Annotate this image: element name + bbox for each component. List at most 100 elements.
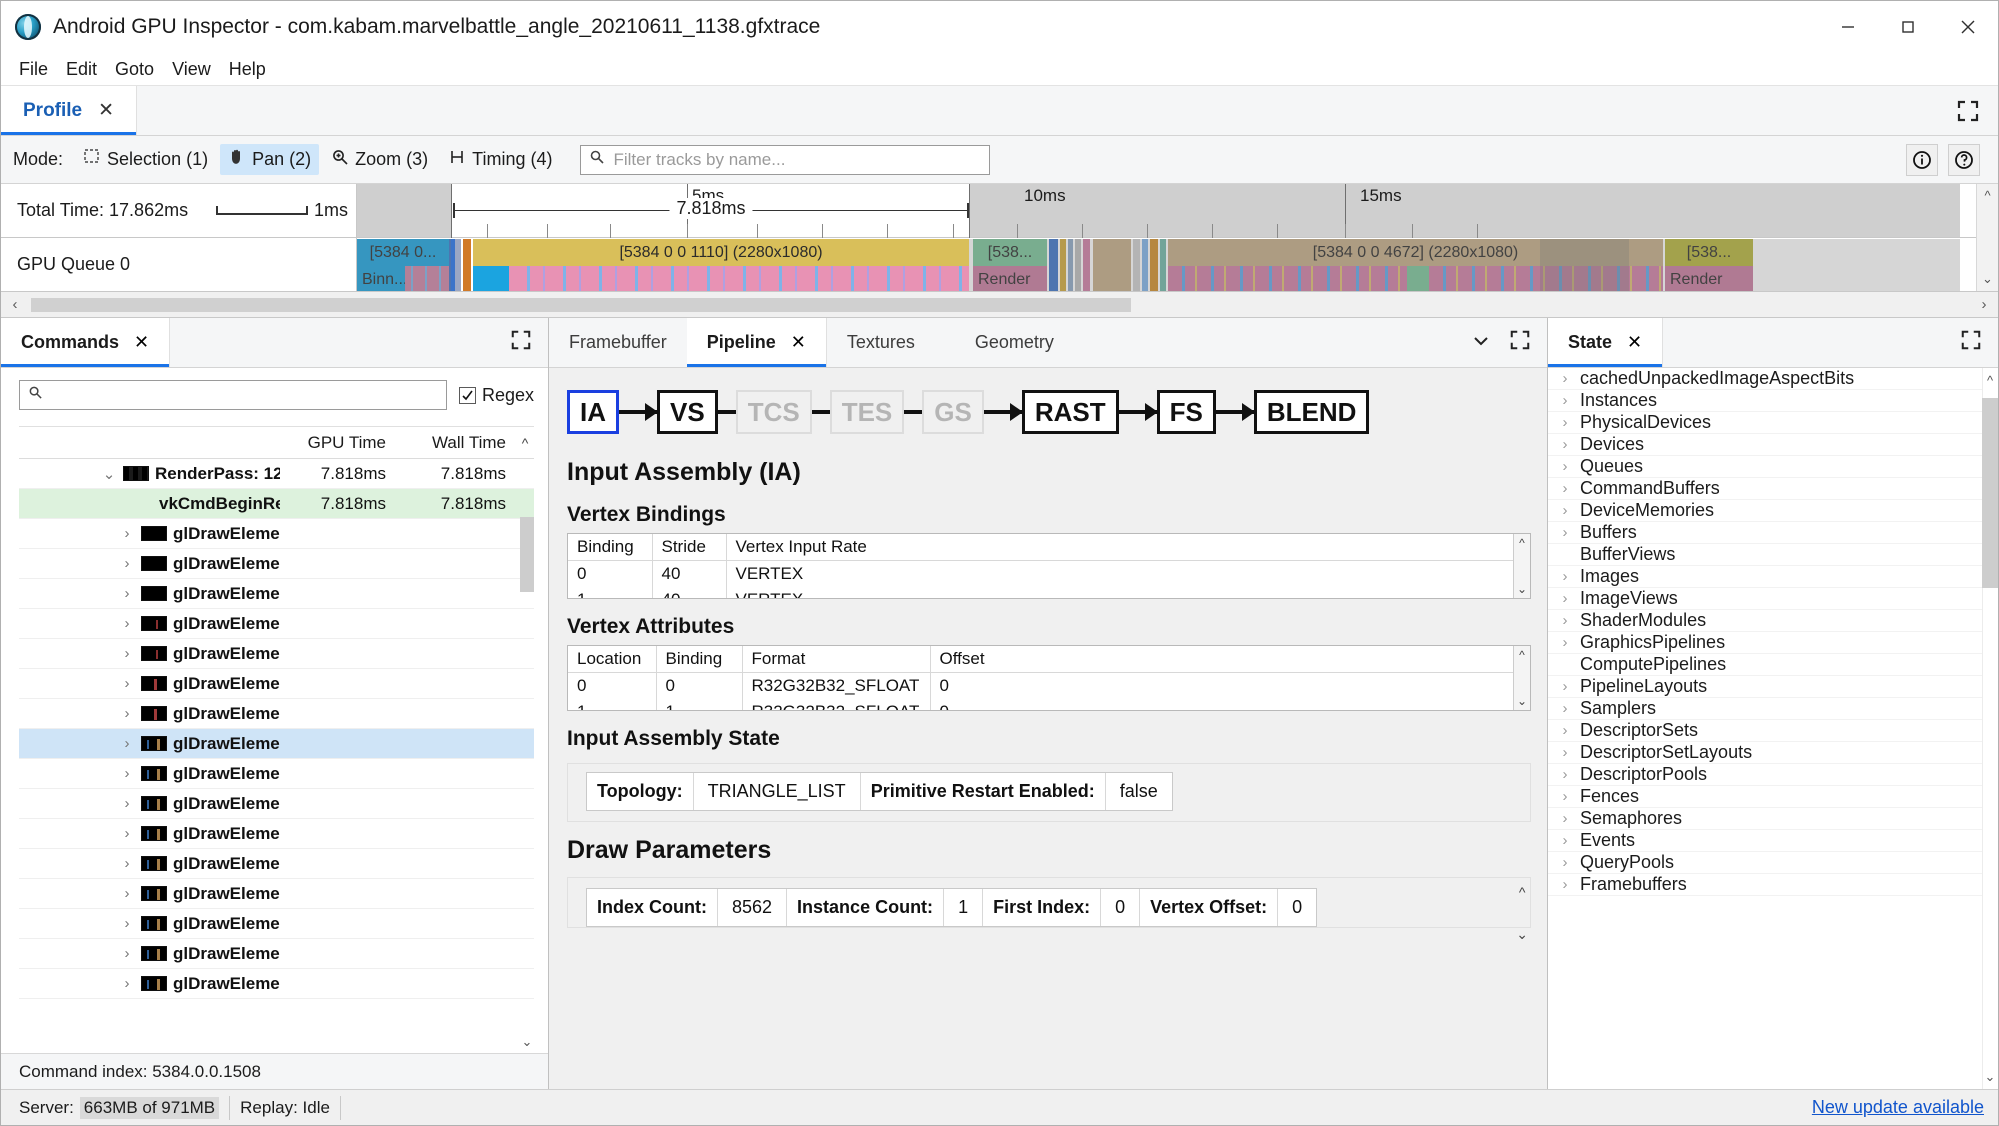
twisty-collapsed-icon[interactable]: › [1558,810,1572,827]
vertex-bindings-scrollbar[interactable]: ^ ⌄ [1513,534,1530,598]
mode-zoom-button[interactable]: Zoom (3) [323,144,436,175]
tab-framebuffer[interactable]: Framebuffer [549,318,687,367]
timeline-vertical-scrollbar[interactable]: ^ ⌄ [1976,184,1998,291]
scrollbar-thumb[interactable] [31,298,1131,312]
twisty-collapsed-icon[interactable]: › [1558,876,1572,893]
twisty-collapsed-icon[interactable]: › [119,975,135,992]
state-tree-item[interactable]: › Images [1548,566,1998,588]
twisty-collapsed-icon[interactable]: › [1558,788,1572,805]
state-tree-item[interactable]: › QueryPools [1548,852,1998,874]
chevron-down-icon[interactable]: ⌄ [1517,582,1527,596]
chevron-up-icon[interactable]: ^ [1977,188,1998,203]
twisty-collapsed-icon[interactable]: › [119,735,135,752]
stage-tcs[interactable]: TCS [735,390,812,434]
stage-rast[interactable]: RAST [1021,390,1119,434]
chevron-up-icon[interactable]: ^ [1519,884,1526,900]
state-tree-item[interactable]: › PhysicalDevices [1548,412,1998,434]
scrollbar-thumb[interactable] [1982,398,1998,588]
table-row[interactable]: › glDrawElements(co [19,579,534,609]
expand-icon[interactable] [1509,329,1531,356]
twisty-expanded-icon[interactable]: ⌄ [101,465,117,483]
state-tree-item[interactable]: › Devices [1548,434,1998,456]
twisty-collapsed-icon[interactable]: › [1558,458,1572,475]
expand-icon[interactable] [510,329,532,356]
twisty-collapsed-icon[interactable]: › [1558,634,1572,651]
state-tree-item[interactable]: › Semaphores [1548,808,1998,830]
twisty-collapsed-icon[interactable]: › [1558,370,1572,387]
twisty-collapsed-icon[interactable]: › [1558,722,1572,739]
state-vertical-scrollbar[interactable]: ^ ⌄ [1982,368,1998,1089]
chevron-up-icon[interactable]: ^ [1519,648,1525,662]
table-row[interactable]: › glDrawElements(co [19,969,534,999]
table-row[interactable]: › glDrawElements(co [19,609,534,639]
twisty-collapsed-icon[interactable]: › [119,915,135,932]
tab-profile[interactable]: Profile ✕ [1,86,138,135]
table-row[interactable]: 1 1 R32G32B32_SFLOAT 0 [568,699,1530,710]
state-tree-item[interactable]: › ShaderModules [1548,610,1998,632]
twisty-collapsed-icon[interactable]: › [119,885,135,902]
state-tree-item[interactable]: › DeviceMemories [1548,500,1998,522]
filter-tracks-field[interactable] [580,144,991,175]
close-icon[interactable]: ✕ [791,332,806,353]
commands-table-body[interactable]: ⌄ RenderPass: 12970367 7.818ms 7.818ms v… [19,459,534,1053]
state-tree-item[interactable]: › Framebuffers [1548,874,1998,896]
chevron-up-icon[interactable]: ^ [1519,536,1525,550]
stage-fs[interactable]: FS [1156,390,1216,434]
column-header-gpu-time[interactable]: GPU Time [280,433,398,453]
tab-state[interactable]: State ✕ [1548,318,1664,367]
timeline-queue-row[interactable]: GPU Queue 0 [1,238,356,291]
twisty-collapsed-icon[interactable]: › [1558,832,1572,849]
table-row[interactable]: 0 40 VERTEX [568,560,1530,587]
close-button[interactable] [1938,1,1998,53]
stage-vs[interactable]: VS [657,390,718,434]
state-tree-item[interactable]: › Events [1548,830,1998,852]
chevron-down-icon[interactable]: ⌄ [1982,1067,1998,1087]
twisty-collapsed-icon[interactable]: › [119,945,135,962]
expand-icon[interactable] [1938,86,1998,135]
commands-search-input[interactable] [49,381,446,409]
table-row[interactable]: › glDrawElements(co [19,939,534,969]
twisty-collapsed-icon[interactable]: › [119,645,135,662]
twisty-collapsed-icon[interactable]: › [119,615,135,632]
filter-tracks-input[interactable] [611,145,990,174]
scroll-left-icon[interactable]: ‹ [1,296,29,313]
stage-blend[interactable]: BLEND [1253,390,1370,434]
menu-edit[interactable]: Edit [57,56,106,83]
tab-textures[interactable]: Textures [826,318,935,367]
state-tree-item[interactable]: › DescriptorPools [1548,764,1998,786]
table-row[interactable]: › glDrawElements(co [19,669,534,699]
table-row[interactable]: › glDrawElements(co [19,909,534,939]
twisty-collapsed-icon[interactable]: › [119,705,135,722]
sort-ascending-icon[interactable]: ^ [516,435,534,451]
state-tree-item[interactable]: › ImageViews [1548,588,1998,610]
vertex-bindings-table[interactable]: Binding Stride Vertex Input Rate 0 40 VE… [567,533,1531,599]
state-tree-item[interactable]: › cachedUnpackedImageAspectBits [1548,368,1998,390]
minimize-button[interactable] [1818,1,1878,53]
twisty-collapsed-icon[interactable]: › [119,585,135,602]
draw-parameters-scrollbar[interactable]: ^ ⌄ [1516,884,1528,943]
close-icon[interactable]: ✕ [1627,332,1642,353]
table-row[interactable]: › glDrawElements(co [19,699,534,729]
menu-file[interactable]: File [10,56,57,83]
state-tree-item[interactable]: › Fences [1548,786,1998,808]
state-tree-item[interactable]: › Samplers [1548,698,1998,720]
table-row[interactable]: › glDrawElements(co [19,759,534,789]
tab-geometry[interactable]: Geometry [934,318,1074,367]
twisty-collapsed-icon[interactable]: › [119,765,135,782]
state-tree-item[interactable]: › DescriptorSets [1548,720,1998,742]
state-tree-item[interactable]: › DescriptorSetLayouts [1548,742,1998,764]
close-icon[interactable]: ✕ [134,332,149,353]
state-tree-item[interactable]: › Instances [1548,390,1998,412]
table-row[interactable]: › glDrawElements(co [19,639,534,669]
chevron-down-icon[interactable]: ⌄ [1977,271,1998,287]
state-tree-item[interactable]: › Queues [1548,456,1998,478]
close-icon[interactable]: ✕ [98,99,114,122]
chevron-down-icon[interactable]: ⌄ [1516,926,1528,943]
twisty-collapsed-icon[interactable]: › [1558,700,1572,717]
stage-tes[interactable]: TES [829,390,905,434]
expand-icon[interactable] [1960,329,1982,356]
table-row[interactable]: › glDrawElements(co [19,549,534,579]
table-row[interactable]: ⌄ RenderPass: 12970367 7.818ms 7.818ms [19,459,534,489]
twisty-collapsed-icon[interactable]: › [1558,612,1572,629]
stage-gs[interactable]: GS [922,390,984,434]
